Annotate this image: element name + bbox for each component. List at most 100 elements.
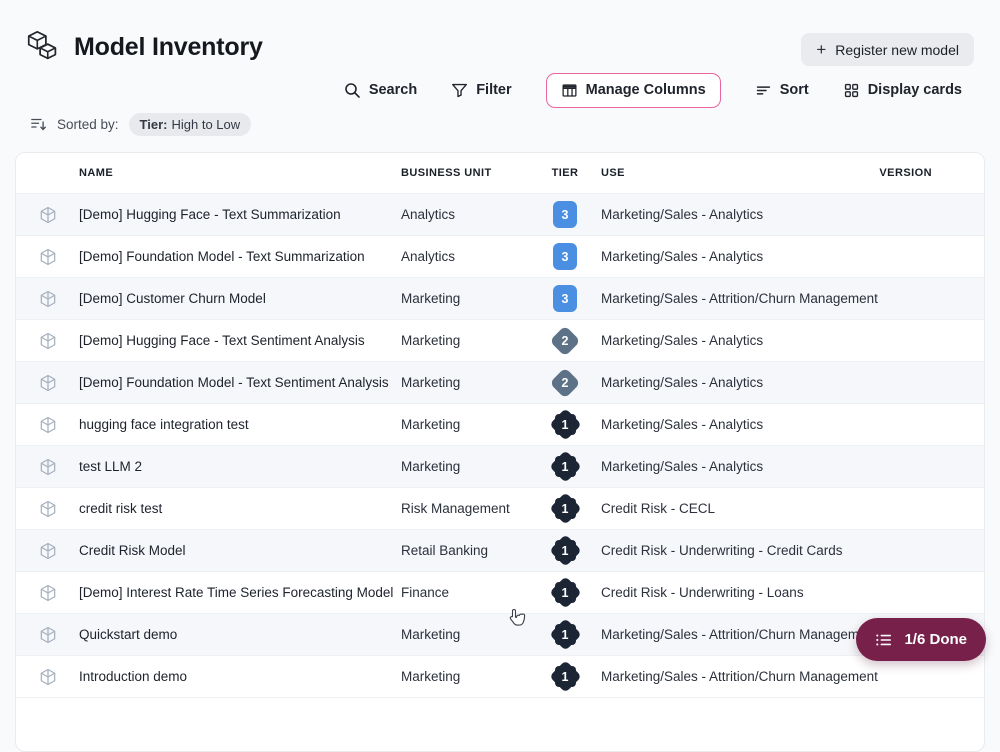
filter-button[interactable]: Filter — [451, 82, 511, 99]
plus-icon: + — [816, 41, 826, 58]
table-row[interactable]: [Demo] Foundation Model - Text Sentiment… — [16, 362, 984, 404]
model-cube-icon — [38, 541, 58, 561]
model-cube-icon — [38, 373, 58, 393]
filter-label: Filter — [476, 82, 511, 98]
tier-badge: 1 — [548, 618, 582, 652]
display-cards-button[interactable]: Display cards — [843, 82, 962, 99]
model-cube-icon — [38, 205, 58, 225]
model-name: [Demo] Customer Churn Model — [79, 291, 401, 306]
model-use: Marketing/Sales - Attrition/Churn Manage… — [601, 291, 861, 306]
onboarding-progress-button[interactable]: 1/6 Done — [856, 618, 986, 661]
search-label: Search — [369, 82, 417, 98]
business-unit: Retail Banking — [401, 543, 529, 558]
table-row[interactable]: [Demo] Hugging Face - Text Summarization… — [16, 194, 984, 236]
model-use: Credit Risk - CECL — [601, 501, 861, 516]
business-unit: Marketing — [401, 333, 529, 348]
model-use: Marketing/Sales - Analytics — [601, 249, 861, 264]
table-body: [Demo] Hugging Face - Text Summarization… — [16, 194, 984, 698]
model-name: [Demo] Hugging Face - Text Sentiment Ana… — [79, 333, 401, 348]
table-row[interactable]: Credit Risk Model Retail Banking 1 Credi… — [16, 530, 984, 572]
column-header-use[interactable]: USE — [601, 167, 861, 179]
sort-chip-value: High to Low — [171, 117, 240, 132]
display-cards-icon — [843, 82, 860, 99]
tier-badge: 1 — [548, 576, 582, 610]
manage-columns-label: Manage Columns — [586, 82, 706, 98]
business-unit: Marketing — [401, 291, 529, 306]
business-unit: Marketing — [401, 375, 529, 390]
model-use: Marketing/Sales - Analytics — [601, 207, 861, 222]
model-use: Marketing/Sales - Attrition/Churn Manage… — [601, 627, 861, 642]
register-new-model-label: Register new model — [835, 42, 959, 58]
app-header: Model Inventory — [24, 28, 263, 66]
model-cube-icon — [38, 331, 58, 351]
business-unit: Marketing — [401, 669, 529, 684]
model-use: Marketing/Sales - Attrition/Churn Manage… — [601, 669, 861, 684]
business-unit: Marketing — [401, 459, 529, 474]
table-row[interactable]: [Demo] Interest Rate Time Series Forecas… — [16, 572, 984, 614]
model-use: Credit Risk - Underwriting - Loans — [601, 585, 861, 600]
tier-badge: 1 — [548, 660, 582, 694]
search-button[interactable]: Search — [344, 82, 417, 99]
tier-badge: 2 — [548, 324, 582, 358]
tier-badge: 3 — [548, 198, 582, 232]
sort-icon — [755, 82, 772, 99]
model-cube-icon — [38, 499, 58, 519]
display-cards-label: Display cards — [868, 82, 962, 98]
sort-chip[interactable]: Tier:High to Low — [129, 113, 252, 136]
table-row[interactable]: Quickstart demo Marketing 1 Marketing/Sa… — [16, 614, 984, 656]
column-header-version[interactable]: VERSION — [861, 167, 984, 179]
register-new-model-button[interactable]: + Register new model — [801, 33, 974, 66]
page-title: Model Inventory — [74, 33, 263, 62]
model-use: Marketing/Sales - Analytics — [601, 333, 861, 348]
model-inventory-logo-icon — [24, 28, 62, 66]
column-header-name[interactable]: NAME — [79, 167, 401, 179]
business-unit: Analytics — [401, 207, 529, 222]
business-unit: Risk Management — [401, 501, 529, 516]
tier-badge: 1 — [548, 408, 582, 442]
table-row[interactable]: [Demo] Hugging Face - Text Sentiment Ana… — [16, 320, 984, 362]
model-name: hugging face integration test — [79, 417, 401, 432]
manage-columns-icon — [561, 82, 578, 99]
business-unit: Analytics — [401, 249, 529, 264]
checklist-icon — [875, 632, 893, 648]
table-row[interactable]: Introduction demo Marketing 1 Marketing/… — [16, 656, 984, 698]
model-use: Credit Risk - Underwriting - Credit Card… — [601, 543, 861, 558]
model-name: credit risk test — [79, 501, 401, 516]
model-cube-icon — [38, 457, 58, 477]
sort-button[interactable]: Sort — [755, 82, 809, 99]
business-unit: Marketing — [401, 627, 529, 642]
business-unit: Marketing — [401, 417, 529, 432]
model-name: [Demo] Foundation Model - Text Summariza… — [79, 249, 401, 264]
model-use: Marketing/Sales - Analytics — [601, 417, 861, 432]
model-cube-icon — [38, 667, 58, 687]
tier-badge: 3 — [548, 282, 582, 316]
model-name: [Demo] Interest Rate Time Series Forecas… — [79, 585, 401, 600]
model-name: [Demo] Foundation Model - Text Sentiment… — [79, 375, 401, 390]
sorted-by-label: Sorted by: — [57, 117, 119, 132]
sort-chip-field: Tier: — [140, 117, 168, 132]
table-row[interactable]: hugging face integration test Marketing … — [16, 404, 984, 446]
model-name: Credit Risk Model — [79, 543, 401, 558]
business-unit: Finance — [401, 585, 529, 600]
model-use: Marketing/Sales - Analytics — [601, 375, 861, 390]
column-header-business-unit[interactable]: BUSINESS UNIT — [401, 167, 529, 179]
toolbar: Search Filter Manage Columns Sort Displa… — [344, 72, 962, 108]
model-table: NAME BUSINESS UNIT TIER USE VERSION [Dem… — [15, 152, 985, 752]
tier-badge: 1 — [548, 534, 582, 568]
filter-icon — [451, 82, 468, 99]
sorted-by-bar: Sorted by: Tier:High to Low — [30, 113, 251, 136]
model-cube-icon — [38, 583, 58, 603]
table-row[interactable]: credit risk test Risk Management 1 Credi… — [16, 488, 984, 530]
column-header-tier[interactable]: TIER — [529, 167, 601, 179]
table-header-row: NAME BUSINESS UNIT TIER USE VERSION — [16, 153, 984, 194]
model-cube-icon — [38, 289, 58, 309]
tier-badge: 1 — [548, 450, 582, 484]
tier-badge: 3 — [548, 240, 582, 274]
table-row[interactable]: [Demo] Foundation Model - Text Summariza… — [16, 236, 984, 278]
model-name: [Demo] Hugging Face - Text Summarization — [79, 207, 401, 222]
manage-columns-button[interactable]: Manage Columns — [546, 73, 721, 108]
table-row[interactable]: [Demo] Customer Churn Model Marketing 3 … — [16, 278, 984, 320]
progress-label: 1/6 Done — [904, 631, 967, 648]
table-row[interactable]: test LLM 2 Marketing 1 Marketing/Sales -… — [16, 446, 984, 488]
model-cube-icon — [38, 625, 58, 645]
